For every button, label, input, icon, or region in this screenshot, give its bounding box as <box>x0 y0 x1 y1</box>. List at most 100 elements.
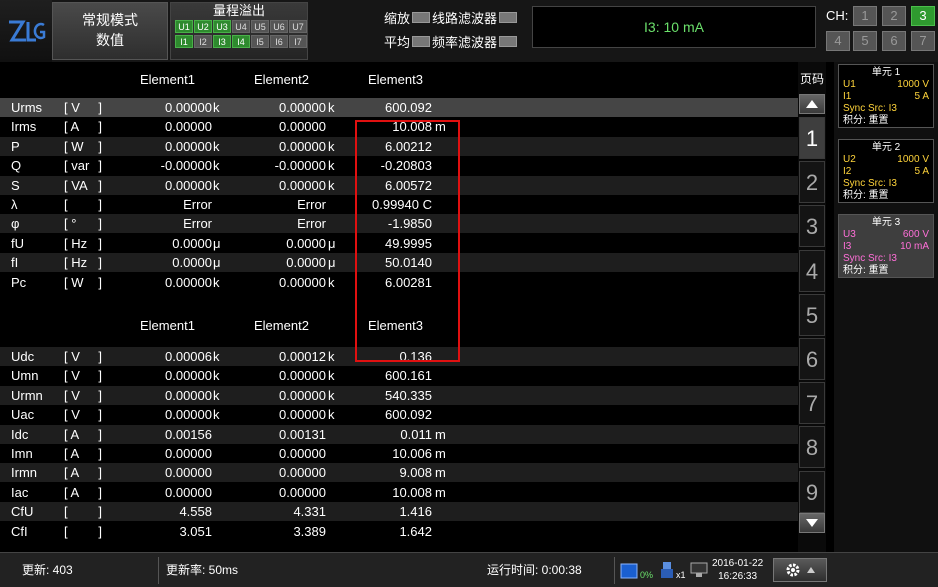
element2-prefix: k <box>328 274 335 290</box>
page-button[interactable]: 1 <box>799 117 825 159</box>
row-name: φ <box>11 216 20 232</box>
zlg-logo-icon <box>9 20 46 42</box>
table-row[interactable]: Imn [ A] 0.00000 0.00000 10.006 m <box>0 444 798 463</box>
unit-current-range: I1 5 A <box>843 91 929 103</box>
table-row[interactable]: φ [ °] Error Error -1.9850 <box>0 214 798 234</box>
row-name: Imn <box>11 446 33 461</box>
row-unit-text: A <box>70 484 80 500</box>
table-row[interactable]: Umn[ V] 0.00000 k 0.00000 k 600.161 <box>0 366 798 385</box>
table-row[interactable]: Idc [ A] 0.00156 0.00131 0.011 m <box>0 424 798 444</box>
table-row[interactable]: Urmn[ V] 0.00000 k 0.00000 k 540.335 <box>0 385 798 405</box>
voltage-overflow-indicators: U1 U2 U3 U4 U5 U6 U7 <box>171 20 307 33</box>
table-row[interactable]: Iac [ A] 0.00000 0.00000 10.008 m <box>0 483 798 502</box>
datetime: 2016-01-22 16:26:33 <box>712 557 763 583</box>
element1-value: 0.00000 <box>165 484 212 500</box>
table-row[interactable]: CfI [ ] 3.051 3.389 1.642 <box>0 522 798 541</box>
table-row[interactable]: CfU [ ] 4.558 4.331 1.416 <box>0 502 798 522</box>
unit-current-name: I2 <box>843 166 852 177</box>
mode-button[interactable]: 常规模式 数值 <box>52 2 168 60</box>
current-overflow-indicators: I1 I2 I3 I4 I5 I6 I7 <box>171 35 307 48</box>
table-row[interactable]: fI[ Hz] 0.0000 μ 0.0000 μ 50.0140 <box>0 253 798 273</box>
row-name: Urmn <box>11 387 43 403</box>
page-button[interactable]: 2 <box>799 161 825 204</box>
element1-value: 0.0000 <box>172 235 212 251</box>
element1-value: 0.00000 <box>165 138 212 154</box>
scale-toggle[interactable] <box>412 11 431 23</box>
row-unit-bracket: ] <box>98 138 102 154</box>
page-button[interactable]: 7 <box>799 382 825 425</box>
element3-prefix: m <box>435 426 446 442</box>
row-unit: [ V] <box>64 349 102 364</box>
table-row[interactable]: Irmn [ A] 0.00000 0.00000 9.008 m <box>0 463 798 483</box>
line-filter-toggle[interactable] <box>499 11 518 23</box>
table-row[interactable]: Urms[ V] 0.00000 k 0.00000 k 600.092 <box>0 98 798 117</box>
table-row[interactable]: Uac[ V] 0.00000 k 0.00000 k 600.092 <box>0 405 798 424</box>
unit-current-range: I2 5 A <box>843 166 929 178</box>
element3-value: 0.99940 C <box>372 197 432 212</box>
page-button[interactable]: 8 <box>799 426 825 469</box>
element1-value: 0.00000 <box>165 100 212 115</box>
table-row[interactable]: Irms [ A] 0.00000 0.00000 10.008 m <box>0 117 798 136</box>
measurement-table: Element1 Element2 Element3 Urms [ V] 0.000… <box>0 62 798 552</box>
element1-value: -0.00000 <box>160 158 212 174</box>
element3-value: 10.008 <box>392 484 432 500</box>
row-unit: [ A] <box>64 446 102 461</box>
unit-current-value: 10 mA <box>900 241 929 252</box>
unit-box[interactable]: 单元 3 U3 600 V I3 10 mA Sync Src: I3 积分: 重置 <box>838 214 934 278</box>
page-up-button[interactable] <box>799 94 825 114</box>
element2-value: 0.0000 <box>286 235 326 251</box>
channel-button[interactable]: 5 <box>853 31 877 51</box>
channel-button[interactable]: 4 <box>826 31 850 51</box>
element3-value: -0.20803 <box>380 158 432 174</box>
table-row[interactable]: Udc[ V] 0.00006 k 0.00012 k 0.136 <box>0 347 798 366</box>
row-name: λ <box>11 197 18 212</box>
table-row[interactable]: Pc[ W] 0.00000 k 0.00000 k 6.00281 <box>0 273 798 292</box>
channel-button[interactable]: 7 <box>911 31 935 51</box>
element2-prefix: μ <box>328 235 336 251</box>
page-button[interactable]: 6 <box>799 338 825 380</box>
channel-button[interactable]: 1 <box>853 6 877 26</box>
unit-box[interactable]: 单元 2 U2 1000 V I2 5 A Sync Src: I3 积分: 重置 <box>838 139 934 203</box>
time-text: 16:26:33 <box>718 571 758 582</box>
unit-sync-source: Sync Src: I3 <box>843 178 897 189</box>
average-toggle[interactable] <box>412 35 431 47</box>
row-unit-text: Hz <box>71 255 88 271</box>
unit-voltage-range: U3 600 V <box>843 229 929 241</box>
element3-value: 600.161 <box>385 368 432 384</box>
element2-value: 0.00000 <box>279 177 326 193</box>
table-row[interactable]: λ [ ] Error Error 0.99940 C <box>0 195 798 214</box>
freq-filter-toggle[interactable] <box>499 35 518 47</box>
table-row[interactable]: fU[ Hz] 0.0000 μ 0.0000 μ 49.9995 <box>0 234 798 253</box>
channel-button[interactable]: 3 <box>911 6 935 26</box>
message-text: I3: 10 mA <box>644 19 704 35</box>
element3-prefix: m <box>435 465 446 481</box>
row-name: Iac <box>11 484 29 500</box>
unit-box[interactable]: 单元 1 U1 1000 V I1 5 A Sync Src: I3 积分: 重置 <box>838 64 934 128</box>
unit-current-name: I1 <box>843 91 852 102</box>
usb-icon <box>661 562 673 578</box>
unit-integration: 积分: 重置 <box>843 115 889 126</box>
page-button[interactable]: 4 <box>799 249 825 292</box>
row-unit: [ V] <box>64 368 102 384</box>
row-unit-text: W <box>71 138 84 154</box>
row-name: Uac <box>11 407 35 423</box>
table-row[interactable]: S[ VA] 0.00000 k 0.00000 k 6.00572 <box>0 175 798 195</box>
range-overflow-panel: 量程溢出 U1 U2 U3 U4 U5 U6 U7 I1 I2 I3 I4 I5 I6 I7 <box>170 2 308 60</box>
element2-value: 0.00000 <box>279 119 326 135</box>
storage-icon <box>620 563 638 579</box>
row-unit-text: V <box>71 387 80 403</box>
element1-prefix: k <box>213 177 220 193</box>
status-divider <box>614 557 615 584</box>
unit-voltage-value: 1000 V <box>897 154 929 165</box>
table-row[interactable]: P[ W] 0.00000 k 0.00000 k 6.00212 <box>0 136 798 156</box>
page-selector: 页码 123456789 <box>798 62 826 552</box>
settings-button[interactable] <box>773 558 827 582</box>
page-button[interactable]: 3 <box>799 205 825 248</box>
channel-button[interactable]: 2 <box>882 6 906 26</box>
page-down-button[interactable] <box>799 513 825 533</box>
page-button[interactable]: 5 <box>799 293 825 336</box>
channel-button[interactable]: 6 <box>882 31 906 51</box>
row-unit-bracket: ] <box>98 119 102 135</box>
table-row[interactable]: Q[ var] -0.00000 k -0.00000 k -0.20803 <box>0 156 798 175</box>
page-button[interactable]: 9 <box>799 470 825 513</box>
